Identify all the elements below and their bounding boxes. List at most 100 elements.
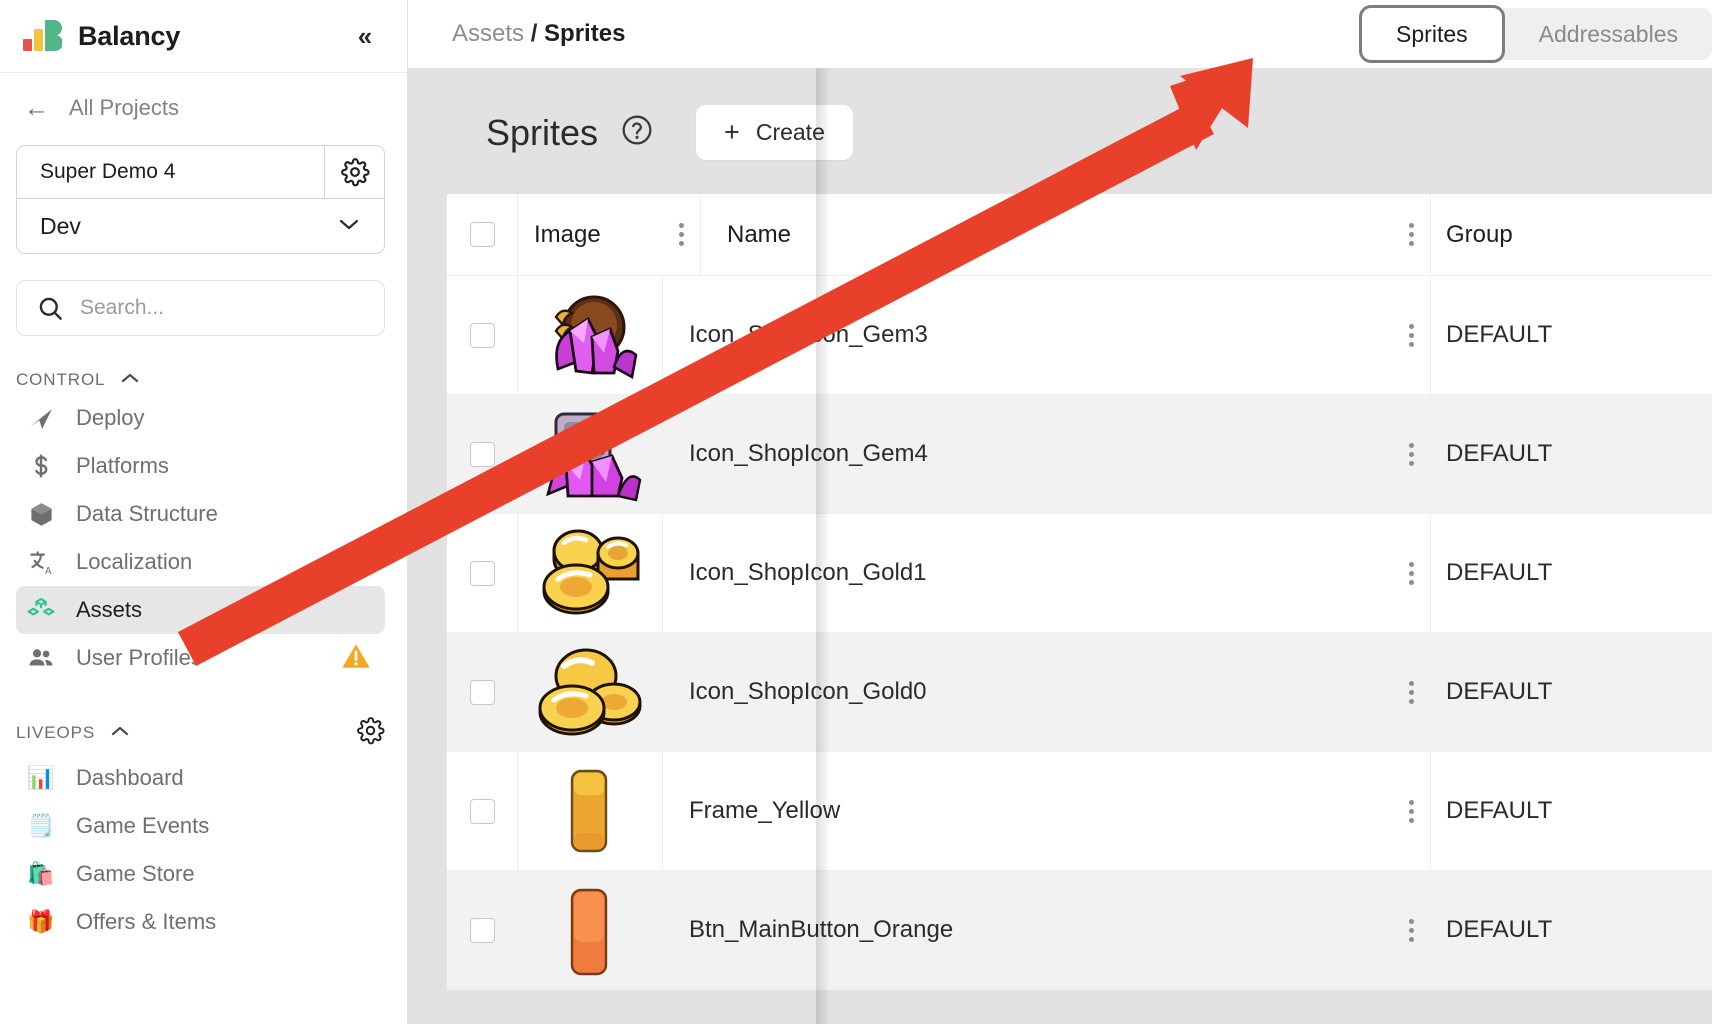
sidebar-item-offers-and-items[interactable]: 🎁 Offers & Items bbox=[16, 898, 385, 946]
sidebar-item-label: Deploy bbox=[76, 405, 145, 430]
project-settings-button[interactable] bbox=[324, 146, 384, 198]
logo-b-shape bbox=[45, 20, 62, 51]
table-row[interactable]: Icon_ShopIcon_Gold1 DEFAULT bbox=[447, 514, 1712, 633]
sprite-group: DEFAULT bbox=[1446, 559, 1553, 586]
sidebar-item-game-store[interactable]: 🛍️ Game Store bbox=[16, 850, 385, 898]
row-menu-button[interactable] bbox=[1392, 442, 1430, 466]
column-menu-image[interactable] bbox=[662, 223, 700, 246]
sprite-thumbnail-gold-coins-pair bbox=[534, 644, 642, 740]
page-title: Sprites bbox=[486, 111, 599, 153]
row-checkbox[interactable] bbox=[469, 798, 495, 824]
sprite-name: Btn_MainButton_Orange bbox=[689, 916, 954, 943]
back-label: All Projects bbox=[69, 95, 180, 120]
row-name-cell: Btn_MainButton_Orange bbox=[662, 871, 1392, 989]
row-group-cell: DEFAULT bbox=[1430, 871, 1712, 989]
chevron-up-icon bbox=[109, 724, 131, 742]
tab-addressables[interactable]: Addressables bbox=[1505, 8, 1712, 60]
column-header-name: Name bbox=[700, 194, 1392, 275]
row-group-cell: DEFAULT bbox=[1430, 395, 1712, 513]
table-row[interactable]: Icon_ShopIcon_Gem4 DEFAULT bbox=[447, 395, 1712, 514]
row-select-cell bbox=[447, 633, 517, 751]
sidebar-item-label: Game Events bbox=[76, 813, 210, 838]
section-header-liveops[interactable]: LIVEOPS bbox=[16, 716, 385, 750]
row-image-cell bbox=[517, 395, 662, 513]
plus-icon: + bbox=[724, 117, 740, 147]
row-checkbox[interactable] bbox=[469, 322, 495, 348]
sidebar-item-deploy[interactable]: Deploy bbox=[16, 394, 385, 442]
search-input[interactable]: Search... bbox=[16, 280, 385, 336]
row-name-cell: Icon_ShopIcon_Gold1 bbox=[662, 514, 1392, 632]
sprite-name: Icon_ShopIcon_Gold0 bbox=[689, 678, 927, 705]
sidebar-item-label: Localization bbox=[76, 549, 193, 574]
create-button[interactable]: + Create bbox=[696, 105, 853, 160]
sidebar: Balancy « ← All Projects Super Demo 4 De… bbox=[0, 0, 408, 1024]
sprite-thumbnail-gold-coins-stack bbox=[534, 525, 642, 621]
sprite-thumbnail-gem-pouch bbox=[534, 287, 642, 383]
back-to-all-projects[interactable]: ← All Projects bbox=[0, 73, 407, 139]
sidebar-item-assets[interactable]: Assets bbox=[16, 586, 385, 634]
column-menu-name[interactable] bbox=[1392, 223, 1430, 246]
sprite-group: DEFAULT bbox=[1446, 321, 1553, 348]
section-header-control[interactable]: CONTROL bbox=[16, 370, 385, 390]
sprite-group: DEFAULT bbox=[1446, 440, 1553, 467]
column-header-image: Image bbox=[517, 194, 662, 275]
row-menu-button[interactable] bbox=[1392, 799, 1430, 823]
row-checkbox[interactable] bbox=[469, 679, 495, 705]
tab-sprites[interactable]: Sprites bbox=[1359, 5, 1505, 63]
row-checkbox[interactable] bbox=[469, 441, 495, 467]
project-name[interactable]: Super Demo 4 bbox=[17, 146, 324, 198]
sprite-thumbnail-button-orange bbox=[534, 882, 642, 978]
environment-selector[interactable]: Dev bbox=[17, 199, 384, 253]
warning-icon bbox=[341, 642, 371, 675]
sprite-group: DEFAULT bbox=[1446, 678, 1553, 705]
breadcrumb: Assets / Sprites bbox=[452, 20, 625, 48]
table-row[interactable]: Icon_ShopIcon_Gold0 DEFAULT bbox=[447, 633, 1712, 752]
blocks-icon bbox=[26, 595, 56, 625]
row-menu-button[interactable] bbox=[1392, 561, 1430, 585]
search-placeholder: Search... bbox=[80, 296, 165, 319]
breadcrumb-parent[interactable]: Assets bbox=[452, 20, 524, 47]
row-checkbox[interactable] bbox=[469, 917, 495, 943]
sidebar-item-label: Data Structure bbox=[76, 501, 218, 526]
cube-icon bbox=[26, 499, 56, 529]
sprite-group: DEFAULT bbox=[1446, 797, 1553, 824]
sidebar-item-user-profiles[interactable]: User Profiles bbox=[16, 634, 385, 682]
row-menu-button[interactable] bbox=[1392, 918, 1430, 942]
sidebar-item-label: Offers & Items bbox=[76, 909, 217, 934]
question-circle-icon[interactable] bbox=[620, 113, 654, 152]
paper-plane-icon bbox=[26, 403, 56, 433]
table-header-row: Image Name Group bbox=[447, 194, 1712, 276]
dollar-icon bbox=[26, 451, 56, 481]
balancy-logo-icon bbox=[22, 19, 64, 53]
table-row[interactable]: Btn_MainButton_Orange DEFAULT bbox=[447, 871, 1712, 990]
table-row[interactable]: Frame_Yellow DEFAULT bbox=[447, 752, 1712, 871]
sidebar-item-dashboard[interactable]: 📊 Dashboard bbox=[16, 754, 385, 802]
sidebar-item-game-events[interactable]: 🗒️ Game Events bbox=[16, 802, 385, 850]
sidebar-item-label: Dashboard bbox=[76, 765, 184, 790]
create-button-label: Create bbox=[755, 119, 825, 145]
section-label: LIVEOPS bbox=[16, 723, 96, 742]
row-menu-button[interactable] bbox=[1392, 323, 1430, 347]
select-all-checkbox[interactable] bbox=[469, 222, 495, 247]
row-name-cell: Icon_ShopIcon_Gem4 bbox=[662, 395, 1392, 513]
sidebar-item-label: Platforms bbox=[76, 453, 169, 478]
sidebar-item-localization[interactable]: A Localization bbox=[16, 538, 385, 586]
sidebar-item-label: Assets bbox=[76, 597, 143, 622]
row-checkbox[interactable] bbox=[469, 560, 495, 586]
collapse-sidebar-button[interactable]: « bbox=[349, 23, 381, 49]
sidebar-item-data-structure[interactable]: Data Structure bbox=[16, 490, 385, 538]
table-row[interactable]: Icon_ShopIcon_Gem3 DEFAULT bbox=[447, 276, 1712, 395]
breadcrumb-current: Sprites bbox=[544, 20, 626, 47]
row-menu-button[interactable] bbox=[1392, 680, 1430, 704]
gear-icon bbox=[340, 158, 370, 187]
chevron-down-icon bbox=[336, 215, 362, 238]
sidebar-item-platforms[interactable]: Platforms bbox=[16, 442, 385, 490]
sidebar-item-label: User Profiles bbox=[76, 645, 202, 670]
liveops-settings-button[interactable] bbox=[356, 716, 385, 750]
arrow-left-icon: ← bbox=[24, 93, 49, 122]
svg-text:A: A bbox=[44, 565, 51, 575]
asset-type-tabs: Sprites Addressables bbox=[1359, 5, 1712, 63]
row-image-cell bbox=[517, 871, 662, 989]
row-select-cell bbox=[447, 514, 517, 632]
sidebar-header: Balancy « bbox=[0, 0, 407, 73]
